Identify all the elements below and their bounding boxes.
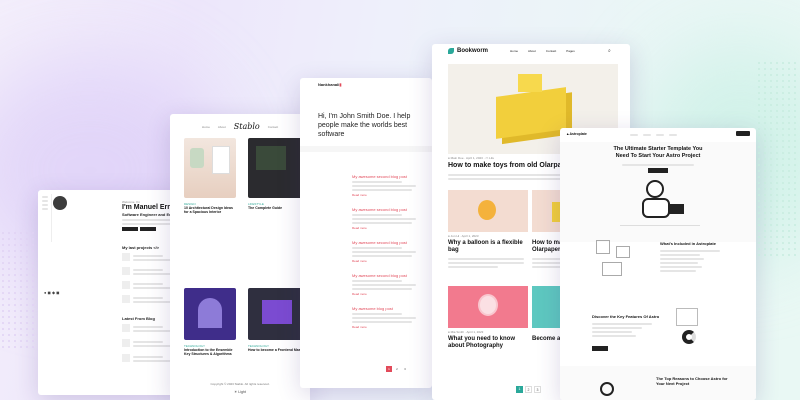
post-title[interactable]: My awesome blog post: [352, 306, 422, 311]
bookworm-logo[interactable]: Bookworm: [448, 48, 488, 54]
bookworm-nav: Home About Contact Pages: [510, 49, 575, 53]
page-1[interactable]: 1: [386, 366, 392, 372]
list-item[interactable]: My awesome second blog post Read more: [352, 207, 422, 230]
reasons-illustration: [600, 382, 614, 396]
personal-blog-template-card: Nankhanali▮ Hi, I'm John Smith Doe. I he…: [300, 78, 432, 388]
astroplate-template-card: ▲Astroplate The Ultimate Starter Templat…: [560, 128, 756, 400]
blog-heading: Latest From Blog: [122, 316, 155, 321]
post-title[interactable]: How to become a Frontend Master: [248, 348, 308, 352]
features-cta-button[interactable]: [592, 346, 608, 351]
leaf-icon: [448, 48, 454, 54]
post-title[interactable]: The Complete Guide: [248, 206, 308, 210]
hero-heading: Hi, I'm John Smith Doe. I help people ma…: [318, 113, 411, 138]
post-image[interactable]: [448, 190, 528, 232]
read-more-link[interactable]: Read more: [352, 226, 422, 230]
astroplate-logo[interactable]: ▲Astroplate: [566, 132, 587, 136]
post-image[interactable]: [184, 138, 236, 198]
nav-link-pages[interactable]: Pages: [566, 49, 575, 53]
nav-link-home[interactable]: Home: [202, 125, 210, 129]
page-3[interactable]: 3: [534, 386, 541, 393]
post-title[interactable]: My awesome second blog post: [352, 174, 422, 179]
footer-copyright: Copyright © 2023 Stablo. All rights rese…: [210, 382, 270, 386]
projects-heading: My last projects </>: [122, 245, 160, 250]
pagination: 1 2 3: [516, 386, 541, 393]
portfolio-template-card: ● ◼ ◆ ◼ Welcome, I'm I'm Manuel Ernes So…: [38, 190, 188, 395]
dot-pattern: [756, 60, 796, 260]
post-title[interactable]: My awesome second blog post: [352, 207, 422, 212]
list-item[interactable]: My awesome second blog post Read more: [352, 240, 422, 263]
hero-heading-line1: The Ultimate Starter Template You: [613, 146, 703, 152]
included-heading: What's Included in Astroplate: [660, 241, 716, 246]
list-item[interactable]: My awesome second blog post Read more: [352, 174, 422, 197]
sidebar: [42, 194, 52, 242]
astroplate-nav: [630, 132, 677, 138]
nav-link-contact[interactable]: Contact: [546, 49, 556, 53]
post-image[interactable]: [184, 288, 236, 340]
page-1[interactable]: 1: [516, 386, 523, 393]
post-title[interactable]: 10 Architectural Design Ideas for a Spac…: [184, 206, 236, 214]
dot-pattern: [0, 230, 38, 350]
read-more-link[interactable]: Read more: [352, 325, 422, 329]
sun-icon: ☀: [234, 390, 238, 394]
list-item[interactable]: My awesome second blog post Read more: [352, 273, 422, 296]
list-item[interactable]: My awesome blog post Read more: [352, 306, 422, 329]
post-image[interactable]: [248, 288, 308, 340]
post-image[interactable]: [448, 286, 528, 328]
brand-logo[interactable]: Nankhanali▮: [318, 82, 342, 87]
astronaut-illustration: [620, 176, 700, 226]
reasons-heading-line2: Your Next Project: [656, 381, 690, 386]
read-more-link[interactable]: Read more: [352, 259, 422, 263]
post-title[interactable]: My awesome second blog post: [352, 240, 422, 245]
post-image[interactable]: [248, 138, 308, 198]
read-more-link[interactable]: Read more: [352, 292, 422, 296]
social-links[interactable]: ● ◼ ◆ ◼: [44, 290, 59, 295]
theme-toggle-label: Light: [238, 390, 246, 394]
features-heading: Discover the Key Features Of Astro: [592, 314, 660, 319]
get-started-button[interactable]: [736, 131, 750, 136]
pagination: 1 2 3: [386, 366, 408, 372]
theme-toggle[interactable]: ☀ Light: [170, 390, 310, 394]
avatar: [53, 196, 67, 210]
included-illustration: [592, 236, 642, 280]
search-icon[interactable]: ⌕: [608, 48, 611, 54]
post-title[interactable]: Why a balloon is a flexible bag: [448, 240, 528, 254]
nav-link-about[interactable]: About: [218, 125, 226, 129]
page-2[interactable]: 2: [525, 386, 532, 393]
nav-link-about[interactable]: About: [528, 49, 536, 53]
read-more-link[interactable]: Read more: [352, 193, 422, 197]
page-3[interactable]: 3: [402, 366, 408, 372]
nav-link-contact[interactable]: Contact: [268, 125, 278, 129]
nav-link-home[interactable]: Home: [510, 49, 518, 53]
contact-button[interactable]: [140, 227, 156, 231]
page-2[interactable]: 2: [394, 366, 400, 372]
featured-post-title[interactable]: How to make toys from old Olarpaper: [448, 162, 572, 169]
download-cv-button[interactable]: [122, 227, 138, 231]
post-title[interactable]: My awesome second blog post: [352, 273, 422, 278]
stablo-nav: Home About Stablo Contact: [170, 122, 310, 131]
post-title[interactable]: Introduction to the Ensemble Key Structu…: [184, 348, 236, 356]
features-illustration: [670, 304, 730, 348]
stablo-template-card-lower: TECHNOLOGY Introduction to the Ensemble …: [170, 286, 310, 400]
post-title[interactable]: What you need to know about Photography: [448, 336, 528, 350]
post-list: My awesome second blog post Read more My…: [352, 174, 422, 339]
hero-heading-line2: Need To Start Your Astro Project: [615, 153, 701, 159]
hero-cta-button[interactable]: [648, 168, 668, 173]
stablo-logo[interactable]: Stablo: [234, 122, 260, 131]
